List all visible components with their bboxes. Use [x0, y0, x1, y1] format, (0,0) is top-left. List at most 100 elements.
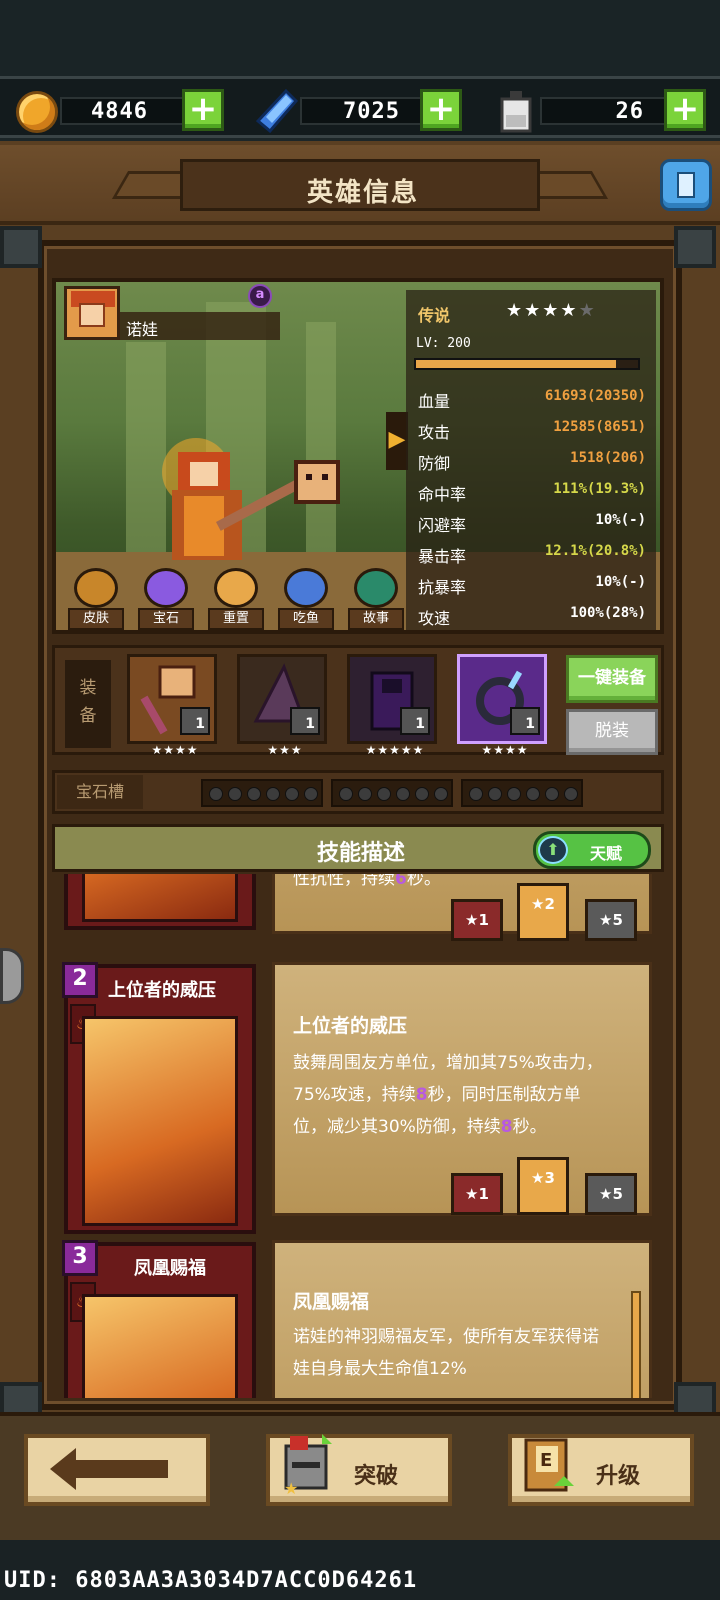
action-shirt-button[interactable]: 皮肤	[68, 568, 124, 630]
action-book-button[interactable]: 故事	[348, 568, 404, 630]
potion-bottle-icon	[500, 91, 532, 133]
top-strip	[0, 0, 720, 76]
slot-count: 1	[290, 707, 320, 735]
breakthrough-button[interactable]: ★ 突破	[266, 1434, 452, 1506]
back-button[interactable]	[24, 1434, 210, 1506]
equip-slot-hat[interactable]: 1 ★★★	[237, 654, 327, 757]
equipment-label-char: 备	[79, 706, 97, 726]
svg-text:E: E	[540, 1450, 552, 1471]
potion-pill	[540, 97, 670, 125]
equip-all-button[interactable]: 一键装备	[566, 655, 658, 703]
stat-row: 攻击 12585(8651)	[418, 415, 646, 445]
star-icon: ★	[506, 300, 525, 321]
talent-button[interactable]: ⬆ 天赋	[533, 831, 651, 869]
save-button[interactable]	[660, 159, 712, 211]
upgrade-label: 升级	[596, 1464, 641, 1489]
stat-name: 命中率	[418, 485, 467, 504]
gem-slot-group[interactable]	[331, 779, 453, 807]
skill-card[interactable]: 2 上位者的威压 ♨	[62, 962, 256, 1234]
side-mascot-icon[interactable]	[0, 948, 24, 1004]
star-badge-5: ★5	[585, 899, 637, 941]
desc-text: 秒。	[406, 874, 441, 889]
gem-orb-icon	[144, 568, 188, 608]
collapse-stats-tab[interactable]: ▶	[386, 412, 408, 470]
skill-card-title: 凤凰赐福	[134, 1258, 206, 1279]
upgrade-button[interactable]: E 升级	[508, 1434, 694, 1506]
star-icon: ★	[542, 300, 561, 321]
shirt-icon	[74, 568, 118, 608]
stat-name: 攻速	[418, 609, 451, 628]
stat-name: 闪避率	[418, 516, 467, 535]
gem-slot-row: 宝石槽	[52, 770, 664, 814]
desc-highlight: 8	[415, 1085, 428, 1105]
stat-value: 12585(8651)	[553, 419, 646, 435]
reset-scroll-icon	[214, 568, 258, 608]
hero-panel: 诺娃 a ▶ 传说 ★★★★★ LV: 200 血量 61693(20350) 攻击…	[52, 278, 664, 634]
slot-stars: ★★★★	[481, 743, 529, 757]
breakthrough-label: 突破	[354, 1464, 399, 1489]
svg-text:★: ★	[284, 1479, 298, 1498]
talent-label: 天赋	[590, 844, 623, 863]
gem-slot	[507, 787, 521, 801]
gem-slot	[434, 787, 448, 801]
action-label: 皮肤	[68, 608, 124, 630]
gem-slot	[526, 787, 540, 801]
star-icon: ★	[578, 300, 597, 321]
frame-corner-tl	[0, 226, 42, 268]
rank-badge[interactable]: a	[248, 284, 272, 308]
scroll-indicator[interactable]	[631, 1291, 641, 1398]
gem-slot	[469, 787, 483, 801]
equipment-label-char: 装	[79, 678, 97, 698]
add-potion-button[interactable]: +	[664, 89, 706, 131]
stats-box: 传说 ★★★★★ LV: 200 血量 61693(20350) 攻击 12585(8…	[406, 290, 656, 630]
frame-corner-tr	[674, 226, 716, 268]
stat-row: 攻速 100%(28%)	[418, 601, 646, 630]
skill-desc-text: 诺娃的神羽赐福友军，使所有友军获得诺娃自身最大生命值12%	[293, 1321, 613, 1385]
unequip-button[interactable]: 脱装	[566, 709, 658, 755]
knight-helmet-icon: ★	[284, 1434, 332, 1498]
rarity-label: 传说	[418, 306, 451, 325]
potion-value: 26	[615, 99, 644, 124]
level-label: LV: 200	[416, 336, 471, 351]
gem-slot-group[interactable]	[201, 779, 323, 807]
back-arrow-icon	[50, 1448, 168, 1490]
hero-portrait	[64, 286, 120, 340]
talent-arrow-icon: ⬆	[538, 836, 568, 864]
skill-description: 性抗性，持续6秒。 ★1 ★2 ★5	[272, 874, 652, 941]
page-title: 英雄信息	[306, 178, 419, 208]
action-gem-orb-button[interactable]: 宝石	[138, 568, 194, 630]
fish-icon	[284, 568, 328, 608]
desc-text: 诺娃的神羽赐福友军，使所有友军获得诺娃自身最大生命值12%	[293, 1327, 599, 1379]
action-fish-button[interactable]: 吃鱼	[278, 568, 334, 630]
desc-highlight: 8	[500, 1117, 513, 1137]
stat-row: 暴击率 12.1%(20.8%)	[418, 539, 646, 569]
skill-card[interactable]	[64, 874, 256, 930]
stat-value: 10%(-)	[595, 512, 646, 528]
gem-slot-group[interactable]	[461, 779, 583, 807]
skill-list[interactable]: 性抗性，持续6秒。 ★1 ★2 ★5 2 上位者的威压 ♨ 上位者的威压 鼓舞周…	[52, 874, 664, 1398]
skill-art	[82, 1016, 238, 1226]
gem-slot-label: 宝石槽	[57, 775, 143, 809]
gem-slot	[396, 787, 410, 801]
action-reset-scroll-button[interactable]: 重置	[208, 568, 264, 630]
equip-slot-ring[interactable]: 1 ★★★★	[457, 654, 547, 757]
gem-slot	[377, 787, 391, 801]
gem-slot	[339, 787, 353, 801]
stat-value: 12.1%(20.8%)	[544, 543, 646, 559]
equip-slot-cloak[interactable]: 1 ★★★★★	[347, 654, 437, 757]
stat-row: 闪避率 10%(-)	[418, 508, 646, 538]
star-icon: ★	[524, 300, 543, 321]
skill-description: 凤凰赐福 诺娃的神羽赐福友军，使所有友军获得诺娃自身最大生命值12%	[272, 1240, 652, 1398]
stat-value: 100%(28%)	[570, 605, 646, 621]
stat-row: 抗暴率 10%(-)	[418, 570, 646, 600]
equip-slot-weapon[interactable]: 1 ★★★★	[127, 654, 217, 757]
slot-stars: ★★★	[267, 743, 303, 757]
gem-slot	[285, 787, 299, 801]
stat-row: 命中率 111%(19.3%)	[418, 477, 646, 507]
skill-card[interactable]: 3 凤凰赐福 ♨	[62, 1240, 256, 1398]
skill-desc-text: 鼓舞周围友方单位，增加其75%攻击力，75%攻速，持续8秒，同时压制敌方单位，减…	[293, 1047, 613, 1143]
gem-slot	[209, 787, 223, 801]
user-id: UID: 6803AA3A3034D7ACC0D64261	[4, 1568, 418, 1593]
equipment-label: 装备	[65, 660, 111, 748]
star-badge-5: ★5	[585, 1173, 637, 1215]
